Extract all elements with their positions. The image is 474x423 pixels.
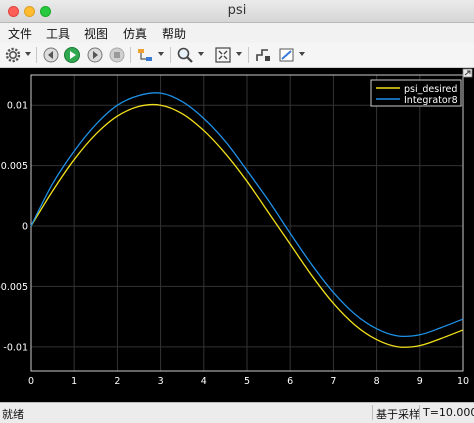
y-tick-label: 0 xyxy=(22,222,28,233)
scope-plot-area: 0 1 2 3 4 5 6 7 8 9 10 -0.01 -0.005 0 0.005 0.01 psi_de… xyxy=(0,68,474,402)
status-divider xyxy=(372,405,373,420)
highlight-dropdown-arrow[interactable] xyxy=(158,52,164,56)
toolbar-separator xyxy=(248,47,249,63)
x-tick-label: 7 xyxy=(330,376,336,387)
x-tick-label: 4 xyxy=(201,376,207,387)
menu-bar: 文件 工具 视图 仿真 帮助 xyxy=(0,23,474,43)
y-tick-label: 0.01 xyxy=(7,101,28,112)
x-tick-label: 5 xyxy=(244,376,250,387)
toolbar-separator xyxy=(130,47,131,63)
style-icon[interactable] xyxy=(278,46,296,64)
zoom-icon[interactable] xyxy=(176,46,194,64)
legend-label-psi-desired: psi_desired xyxy=(404,84,457,95)
settings-dropdown-arrow[interactable] xyxy=(25,52,31,56)
undock-icon[interactable] xyxy=(462,68,473,78)
toolbar-separator xyxy=(36,47,37,63)
scope-chart: 0 1 2 3 4 5 6 7 8 9 10 -0.01 -0.005 0 0.005 0.01 psi_de… xyxy=(0,68,473,387)
x-tick-label: 1 xyxy=(71,376,77,387)
status-ready-text: 就绪 xyxy=(2,408,24,421)
y-tick-label: 0.005 xyxy=(1,161,28,172)
toolbar xyxy=(0,43,474,68)
step-forward-icon[interactable] xyxy=(86,46,104,64)
stop-icon[interactable] xyxy=(108,46,126,64)
menu-file[interactable]: 文件 xyxy=(8,25,32,42)
menu-simulation[interactable]: 仿真 xyxy=(123,25,147,42)
zoom-dropdown-arrow[interactable] xyxy=(198,52,204,56)
y-tick-label: -0.005 xyxy=(0,282,28,293)
status-sample-mode: 基于采样 xyxy=(376,408,420,421)
fit-dropdown-arrow[interactable] xyxy=(236,52,242,56)
fit-to-view-icon[interactable] xyxy=(214,46,232,64)
legend: psi_desired Integrator8 xyxy=(370,79,462,107)
menu-view[interactable]: 视图 xyxy=(84,25,108,42)
x-tick-label: 3 xyxy=(158,376,164,387)
legend-label-integrator8: Integrator8 xyxy=(404,95,458,106)
y-tick-label: -0.01 xyxy=(3,342,28,353)
menu-tools[interactable]: 工具 xyxy=(46,25,70,42)
status-bar: 就绪 基于采样 T=10.000 xyxy=(0,402,474,423)
menu-help[interactable]: 帮助 xyxy=(162,25,186,42)
x-tick-label: 0 xyxy=(28,376,34,387)
status-divider xyxy=(419,405,420,420)
toolbar-separator xyxy=(170,47,171,63)
window-titlebar: psi xyxy=(0,0,474,23)
x-tick-label: 9 xyxy=(417,376,423,387)
x-tick-label: 8 xyxy=(374,376,380,387)
step-back-icon[interactable] xyxy=(42,46,60,64)
run-icon[interactable] xyxy=(63,46,81,64)
status-time: T=10.000 xyxy=(423,406,474,419)
settings-icon[interactable] xyxy=(4,46,22,64)
signal-selector-icon[interactable] xyxy=(254,46,272,64)
window-title: psi xyxy=(227,3,247,18)
style-dropdown-arrow[interactable] xyxy=(299,52,305,56)
x-tick-label: 6 xyxy=(287,376,293,387)
x-tick-label: 2 xyxy=(114,376,120,387)
x-tick-label: 10 xyxy=(457,376,469,387)
highlight-icon[interactable] xyxy=(136,46,154,64)
